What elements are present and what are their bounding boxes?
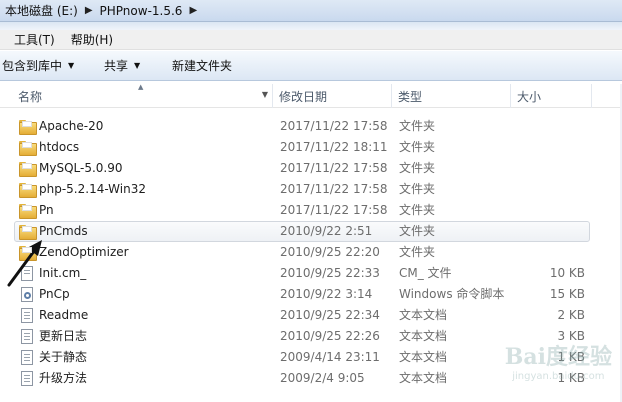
- folder-icon: [19, 203, 37, 219]
- folder-icon: [19, 140, 37, 156]
- file-row[interactable]: Init.cm_ 2010/9/25 22:33 CM_ 文件 10 KB: [0, 263, 622, 284]
- address-bar-edge: [0, 22, 622, 30]
- file-row[interactable]: PnCp 2010/9/22 3:14 Windows 命令脚本 15 KB: [0, 284, 622, 305]
- file-row[interactable]: MySQL-5.0.90 2017/11/22 17:58 文件夹: [0, 158, 622, 179]
- file-row[interactable]: Apache-20 2017/11/22 17:58 文件夹: [0, 116, 622, 137]
- menu-help[interactable]: 帮助(H): [71, 31, 113, 48]
- share-label: 共享: [104, 59, 129, 73]
- chevron-down-icon: ▼: [68, 61, 75, 70]
- column-size-label: 大小: [517, 89, 542, 104]
- column-header-name[interactable]: 名称 ▼: [12, 84, 273, 108]
- file-date: 2010/9/22 3:14: [280, 287, 373, 301]
- file-name: php-5.2.14-Win32: [39, 182, 146, 196]
- file-type: 文件夹: [399, 245, 436, 259]
- file-name: PnCp: [39, 287, 70, 301]
- file-date: 2010/9/25 22:33: [280, 266, 380, 280]
- breadcrumb-drive[interactable]: 本地磁盘 (E:): [2, 2, 81, 19]
- file-name: Readme: [39, 308, 89, 322]
- watermark: Bai度经验 jingyan.baidu.com: [505, 339, 612, 382]
- column-type-label: 类型: [398, 89, 423, 104]
- file-row[interactable]: htdocs 2017/11/22 18:11 文件夹: [0, 137, 622, 158]
- file-date: 2017/11/22 17:58: [280, 203, 388, 217]
- chevron-down-icon[interactable]: ▼: [262, 90, 268, 99]
- file-type: 文本文档: [399, 350, 448, 364]
- watermark-brand: Bai度经验: [504, 344, 612, 370]
- file-name: htdocs: [39, 140, 80, 154]
- breadcrumb-separator-icon[interactable]: ▶: [185, 5, 201, 16]
- file-name: Pn: [39, 203, 54, 217]
- file-date: 2009/4/14 23:11: [280, 350, 380, 364]
- file-date: 2010/9/25 22:26: [280, 329, 380, 343]
- file-date: 2009/2/4 9:05: [280, 371, 365, 385]
- file-type: 文本文档: [399, 329, 448, 343]
- folder-icon: [19, 119, 37, 135]
- file-type: 文件夹: [399, 182, 436, 196]
- file-type: 文本文档: [399, 308, 448, 322]
- chevron-down-icon: ▼: [134, 61, 141, 70]
- file-name: MySQL-5.0.90: [39, 161, 123, 175]
- share-button[interactable]: 共享 ▼: [104, 57, 140, 74]
- watermark-url: jingyan.baidu.com: [512, 371, 605, 382]
- text-document-icon: [21, 371, 33, 386]
- include-in-library-button[interactable]: 包含到库中 ▼: [2, 57, 74, 74]
- file-date: 2017/11/22 17:58: [280, 161, 388, 175]
- file-name: Init.cm_: [39, 266, 87, 280]
- file-name: ZendOptimizer: [39, 245, 129, 259]
- file-name: Apache-20: [39, 119, 104, 133]
- breadcrumb-folder[interactable]: PHPnow-1.5.6: [97, 4, 186, 18]
- new-folder-button[interactable]: 新建文件夹: [172, 57, 232, 74]
- file-date: 2017/11/22 17:58: [280, 182, 388, 196]
- menu-bar: 工具(T) 帮助(H): [0, 30, 622, 50]
- file-name: 升级方法: [39, 371, 88, 385]
- breadcrumb-separator-icon[interactable]: ▶: [81, 5, 97, 16]
- file-row[interactable]: ZendOptimizer 2010/9/25 22:20 文件夹: [0, 242, 622, 263]
- column-header-type[interactable]: 类型: [392, 84, 511, 108]
- file-type: Windows 命令脚本: [399, 287, 505, 301]
- new-folder-label: 新建文件夹: [172, 59, 233, 73]
- cmd-script-icon: [21, 287, 33, 302]
- file-type: 文件夹: [399, 140, 436, 154]
- file-name: PnCmds: [39, 224, 88, 238]
- file-name: 更新日志: [39, 329, 88, 343]
- file-row[interactable]: PnCmds 2010/9/22 2:51 文件夹: [0, 221, 622, 242]
- folder-icon: [19, 245, 37, 261]
- menu-tools[interactable]: 工具(T): [14, 31, 55, 48]
- file-size: 15 KB: [549, 287, 585, 301]
- file-row[interactable]: Pn 2017/11/22 17:58 文件夹: [0, 200, 622, 221]
- column-date-label: 修改日期: [279, 89, 328, 104]
- folder-icon: [19, 161, 37, 177]
- text-document-icon: [21, 329, 33, 344]
- file-date: 2010/9/25 22:20: [280, 245, 380, 259]
- column-header-size[interactable]: 大小: [511, 84, 592, 108]
- file-row[interactable]: Readme 2010/9/25 22:34 文本文档 2 KB: [0, 305, 622, 326]
- column-header-date[interactable]: 修改日期: [273, 84, 392, 108]
- file-type: 文件夹: [399, 203, 436, 217]
- file-date: 2010/9/25 22:34: [280, 308, 380, 322]
- folder-icon: [19, 224, 37, 240]
- column-name-label: 名称: [18, 89, 43, 104]
- include-in-library-label: 包含到库中: [2, 59, 63, 73]
- file-date: 2010/9/22 2:51: [280, 224, 373, 238]
- file-type: 文本文档: [399, 371, 448, 385]
- file-row[interactable]: php-5.2.14-Win32 2017/11/22 17:58 文件夹: [0, 179, 622, 200]
- file-type: CM_ 文件: [399, 266, 452, 280]
- column-header-bar: ▲ 名称 ▼ 修改日期 类型 大小: [0, 83, 622, 108]
- file-size: 2 KB: [557, 308, 585, 322]
- text-document-icon: [21, 308, 33, 323]
- file-icon: [21, 266, 33, 281]
- file-type: 文件夹: [399, 224, 436, 238]
- file-date: 2017/11/22 18:11: [280, 140, 388, 154]
- command-toolbar: 包含到库中 ▼ 共享 ▼ 新建文件夹: [0, 51, 622, 81]
- file-name: 关于静态: [39, 350, 88, 364]
- file-type: 文件夹: [399, 119, 436, 133]
- file-size: 10 KB: [549, 266, 585, 280]
- file-date: 2017/11/22 17:58: [280, 119, 388, 133]
- file-type: 文件夹: [399, 161, 436, 175]
- text-document-icon: [21, 350, 33, 365]
- folder-icon: [19, 182, 37, 198]
- address-bar[interactable]: 本地磁盘 (E:) ▶ PHPnow-1.5.6 ▶: [0, 0, 622, 22]
